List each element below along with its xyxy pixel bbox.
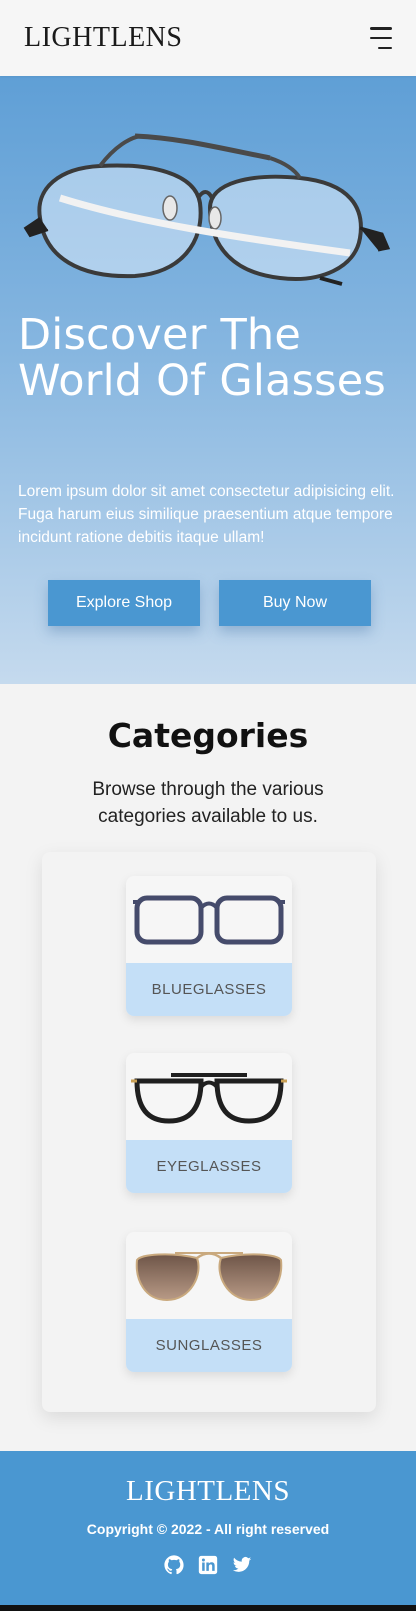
explore-shop-button[interactable]: Explore Shop — [48, 580, 200, 626]
menu-line — [370, 27, 392, 30]
linkedin-icon[interactable] — [198, 1555, 218, 1575]
social-links — [0, 1555, 416, 1575]
sunglasses-image — [126, 1232, 292, 1319]
footer-copyright: Copyright © 2022 - All right reserved — [86, 1521, 330, 1537]
site-header: LIGHTLENS — [0, 0, 416, 76]
hamburger-menu-icon[interactable] — [366, 27, 392, 49]
category-card-blueglasses[interactable]: BLUEGLASSES — [126, 876, 292, 1016]
categories-title: Categories — [107, 716, 309, 755]
buy-now-button[interactable]: Buy Now — [219, 580, 371, 626]
categories-panel: BLUEGLASSES EYEGLASSES SUNGLASSES — [42, 852, 376, 1412]
footer-logo[interactable]: LIGHTLENS — [0, 1475, 416, 1508]
hero-title: Discover The World Of Glasses — [18, 310, 387, 406]
category-label: BLUEGLASSES — [126, 963, 292, 1016]
category-card-sunglasses[interactable]: SUNGLASSES — [126, 1232, 292, 1372]
twitter-icon[interactable] — [232, 1555, 252, 1575]
header-logo[interactable]: LIGHTLENS — [24, 22, 182, 54]
bottom-bar — [0, 1605, 416, 1611]
categories-subtitle: Browse through the various categories av… — [92, 779, 324, 827]
github-icon[interactable] — [164, 1555, 184, 1575]
category-label: EYEGLASSES — [126, 1140, 292, 1193]
eyeglasses-image — [126, 1053, 292, 1140]
category-label: SUNGLASSES — [126, 1319, 292, 1372]
hero-description: Lorem ipsum dolor sit amet consectetur a… — [18, 483, 395, 546]
category-card-eyeglasses[interactable]: EYEGLASSES — [126, 1053, 292, 1193]
aviator-glasses-image — [23, 133, 391, 286]
page: LIGHTLENS Discover The World Of Glasses … — [0, 0, 416, 1611]
blueglasses-image — [126, 876, 292, 963]
menu-line — [378, 46, 392, 49]
hero-section: Discover The World Of Glasses Lorem ipsu… — [0, 76, 416, 684]
site-footer: LIGHTLENS Copyright © 2022 - All right r… — [0, 1451, 416, 1605]
menu-line — [370, 36, 392, 40]
